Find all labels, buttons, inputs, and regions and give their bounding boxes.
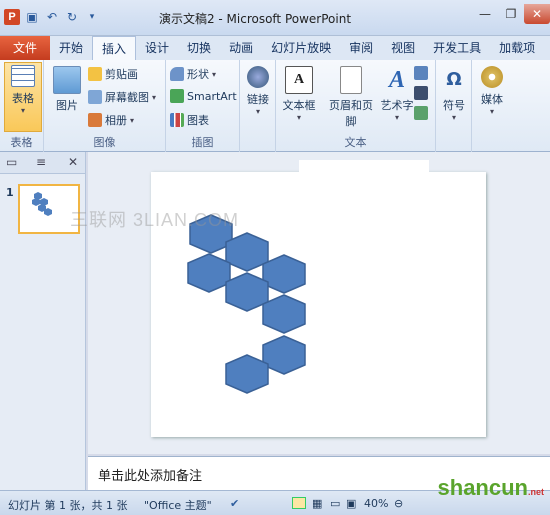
screenshot-icon — [88, 90, 102, 104]
smartart-button[interactable]: SmartArt — [170, 89, 237, 103]
theme-name[interactable]: "Office 主题" — [144, 497, 212, 513]
shapes-button[interactable]: 形状 ▾ — [170, 66, 216, 82]
tab-file[interactable]: 文件 — [0, 36, 50, 60]
minimize-icon[interactable]: — — [472, 4, 498, 24]
tab-review[interactable]: 审阅 — [340, 36, 382, 60]
ribbon-tabs: 文件 开始 插入 设计 切换 动画 幻灯片放映 审阅 视图 开发工具 加载项 — [0, 36, 550, 60]
zoom-out-icon[interactable]: ⊖ — [394, 497, 403, 510]
chart-icon — [170, 113, 184, 127]
omega-icon: Ω — [446, 69, 462, 90]
window-controls: — ❐ ✕ — [472, 4, 550, 24]
number-icon — [414, 86, 428, 100]
header-footer-icon — [340, 66, 362, 94]
tab-animations[interactable]: 动画 — [220, 36, 262, 60]
clipart-button[interactable]: 剪贴画 — [88, 66, 138, 82]
hexagons[interactable] — [187, 214, 306, 394]
wordart-icon: A — [388, 67, 405, 93]
chart-button[interactable]: 图表 — [170, 112, 209, 128]
chevron-down-icon: ▾ — [255, 107, 260, 116]
hexagon — [262, 254, 306, 294]
hexagon — [262, 335, 306, 375]
zoom-level[interactable]: 40% — [364, 497, 388, 510]
group-media: 媒体 ▾ — [472, 60, 512, 152]
hexagon — [187, 253, 231, 293]
tab-transitions[interactable]: 切换 — [178, 36, 220, 60]
chevron-down-icon: ▾ — [451, 113, 456, 122]
table-button[interactable]: 表格 ▾ — [4, 62, 42, 132]
ribbon: 表格 ▾ 表格 图片 剪贴画 屏幕截图 ▾ 相册 ▾ 图像 形状 ▾ SmartArt… — [0, 60, 550, 152]
media-icon — [481, 66, 503, 88]
hexagon — [262, 294, 306, 334]
group-images: 图片 剪贴画 屏幕截图 ▾ 相册 ▾ 图像 — [44, 60, 166, 152]
hexagon — [225, 354, 269, 394]
date-time-button[interactable] — [414, 66, 428, 80]
tab-insert[interactable]: 插入 — [92, 36, 137, 60]
clipart-icon — [88, 67, 102, 81]
date-icon — [414, 66, 428, 80]
group-text: A 文本框 ▾ 页眉和页脚 A 艺术字 ▾ 文本 — [276, 60, 436, 152]
tab-design[interactable]: 设计 — [136, 36, 178, 60]
slideshow-view-icon[interactable]: ▣ — [346, 497, 356, 510]
pane-tabs: ▭ ≡ ✕ — [0, 152, 85, 174]
group-links: 链接 ▾ — [240, 60, 276, 152]
close-icon[interactable]: ✕ — [524, 4, 550, 24]
close-pane-icon[interactable]: ✕ — [68, 155, 78, 169]
slide-info: 幻灯片 第 1 张，共 1 张 — [8, 499, 128, 512]
tab-developer[interactable]: 开发工具 — [424, 36, 490, 60]
chevron-down-icon: ▾ — [394, 113, 399, 122]
group-tables: 表格 ▾ 表格 — [0, 60, 44, 152]
slides-tab-icon[interactable]: ▭ — [6, 155, 17, 169]
chevron-down-icon: ▾ — [296, 113, 301, 122]
spellcheck-icon[interactable]: ✔ — [230, 497, 239, 510]
album-icon — [88, 113, 102, 127]
chevron-down-icon: ▾ — [489, 107, 494, 116]
object-button[interactable] — [414, 106, 428, 120]
slide-editor — [88, 152, 550, 454]
group-illustrations: 形状 ▾ SmartArt 图表 插图 — [166, 60, 240, 152]
reading-view-icon[interactable]: ▭ — [330, 497, 340, 510]
tab-view[interactable]: 视图 — [382, 36, 424, 60]
globe-icon — [247, 66, 269, 88]
tab-slideshow[interactable]: 幻灯片放映 — [262, 36, 340, 60]
slides-pane: ▭ ≡ ✕ 1 — [0, 152, 86, 490]
wordart-button[interactable]: A 艺术字 ▾ — [376, 64, 418, 122]
media-button[interactable]: 媒体 ▾ — [471, 64, 513, 116]
outline-tab-icon[interactable]: ≡ — [36, 155, 46, 169]
header-footer-button[interactable]: 页眉和页脚 — [324, 64, 378, 129]
group-symbols: Ω 符号 ▾ — [436, 60, 472, 152]
slide-number-button[interactable] — [414, 86, 428, 100]
album-button[interactable]: 相册 ▾ — [88, 112, 134, 128]
table-icon — [11, 65, 35, 87]
sorter-view-icon[interactable]: ▦ — [312, 497, 322, 510]
hyperlink-button[interactable]: 链接 ▾ — [237, 64, 279, 116]
chevron-down-icon: ▾ — [20, 106, 25, 115]
slide-top-notch — [299, 160, 429, 174]
hexagon — [225, 272, 269, 312]
slide-number: 1 — [6, 186, 14, 199]
screenshot-button[interactable]: 屏幕截图 ▾ — [88, 89, 156, 105]
shapes-icon — [170, 67, 184, 81]
symbol-button[interactable]: Ω 符号 ▾ — [433, 64, 475, 122]
tab-addins[interactable]: 加载项 — [490, 36, 544, 60]
picture-icon — [53, 66, 81, 94]
textbox-icon: A — [285, 66, 313, 94]
normal-view-icon[interactable] — [292, 497, 306, 509]
title-bar: P ▣ ↶ ↻ ▾ 演示文稿2 - Microsoft PowerPoint —… — [0, 0, 550, 36]
textbox-button[interactable]: A 文本框 ▾ — [278, 64, 320, 122]
site-watermark: shancun.net — [437, 475, 544, 500]
notes-placeholder[interactable]: 单击此处添加备注 — [98, 465, 202, 484]
hexagon — [225, 232, 269, 272]
object-icon — [414, 106, 428, 120]
window-title: 演示文稿2 - Microsoft PowerPoint — [158, 12, 352, 26]
picture-button[interactable]: 图片 — [46, 64, 88, 113]
watermark-text: 三联网 3LIAN.COM — [70, 210, 240, 230]
tab-home[interactable]: 开始 — [50, 36, 92, 60]
smartart-icon — [170, 89, 184, 103]
restore-icon[interactable]: ❐ — [498, 4, 524, 24]
